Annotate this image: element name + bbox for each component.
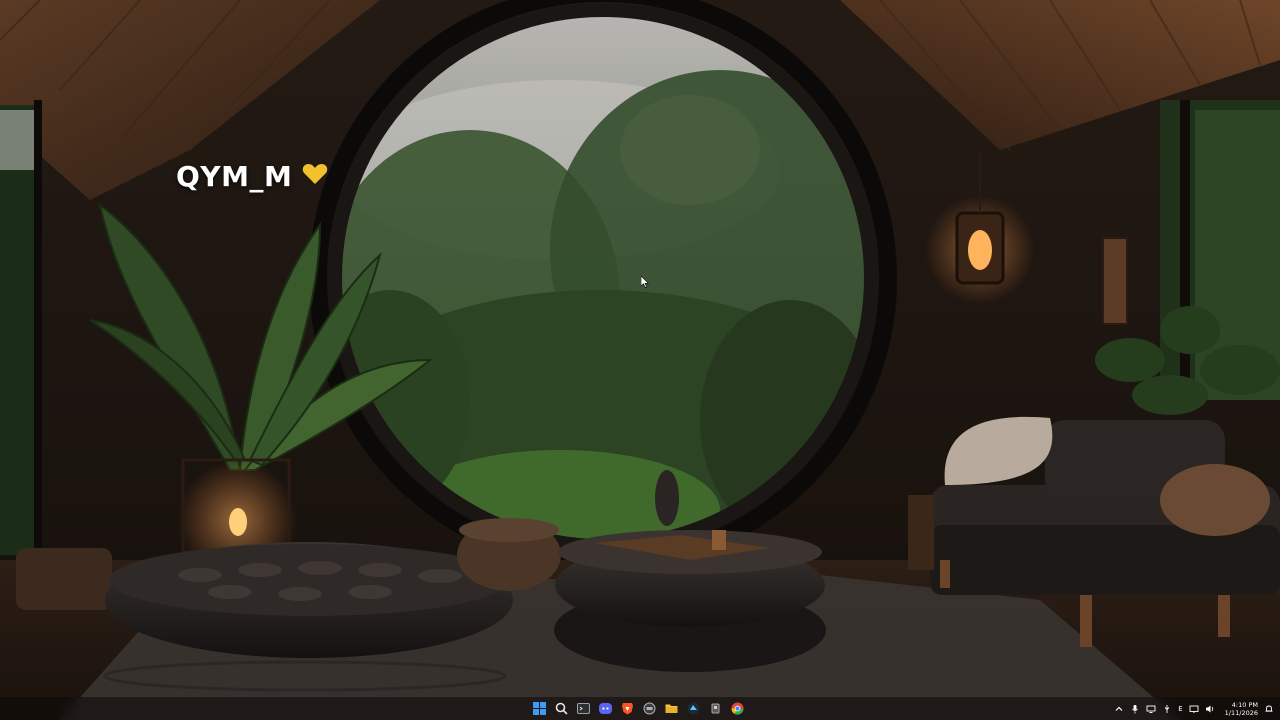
file-explorer-button[interactable]	[662, 699, 681, 718]
usb-icon	[1164, 704, 1170, 713]
tray-network[interactable]	[1189, 704, 1199, 714]
show-hidden-icons-button[interactable]	[1114, 704, 1124, 714]
tray-usb[interactable]	[1162, 704, 1172, 714]
brave-icon	[622, 703, 633, 715]
system-tray: E 4:10 PM 1/11/2026	[1114, 698, 1274, 719]
search-button[interactable]	[552, 699, 571, 718]
desktop-wallpaper	[0, 0, 1280, 720]
clock-time: 4:10 PM	[1231, 700, 1258, 709]
taskbar: E 4:10 PM 1/11/2026	[0, 697, 1280, 720]
discord-icon	[599, 703, 612, 714]
monitor-icon	[1146, 705, 1156, 713]
start-button[interactable]	[530, 699, 549, 718]
taskbar-clock[interactable]: 4:10 PM 1/11/2026	[1225, 701, 1258, 717]
notification-button[interactable]	[1264, 704, 1274, 714]
chevron-up-icon	[1115, 706, 1123, 711]
app-icon-2	[711, 703, 720, 714]
tray-microphone[interactable]	[1130, 704, 1140, 714]
steam-app-button[interactable]	[684, 699, 703, 718]
terminal-icon	[577, 703, 590, 714]
desktop-label: QYM_M	[176, 160, 328, 193]
app-icon	[643, 702, 656, 715]
bell-icon	[1265, 705, 1273, 712]
input-language-indicator[interactable]: E	[1178, 705, 1182, 713]
tray-app[interactable]	[1146, 704, 1156, 714]
windows-start-icon	[533, 702, 546, 715]
brave-app-button[interactable]	[618, 699, 637, 718]
chrome-icon	[731, 702, 744, 715]
speaker-icon	[1205, 705, 1213, 712]
mouse-cursor-icon	[641, 276, 649, 288]
app-button-2[interactable]	[706, 699, 725, 718]
terminal-app-button[interactable]	[574, 699, 593, 718]
chrome-app-button[interactable]	[728, 699, 747, 718]
folder-icon	[665, 704, 678, 713]
network-icon	[1189, 705, 1199, 713]
discord-app-button[interactable]	[596, 699, 615, 718]
search-icon	[555, 702, 568, 715]
app-button[interactable]	[640, 699, 659, 718]
taskbar-apps	[530, 698, 747, 719]
clock-date: 1/11/2026	[1224, 708, 1258, 717]
desktop-label-text: QYM_M	[176, 160, 293, 193]
tray-volume[interactable]	[1205, 704, 1215, 714]
heart-icon	[302, 163, 328, 190]
steam-icon	[687, 702, 700, 715]
microphone-icon	[1132, 704, 1139, 713]
